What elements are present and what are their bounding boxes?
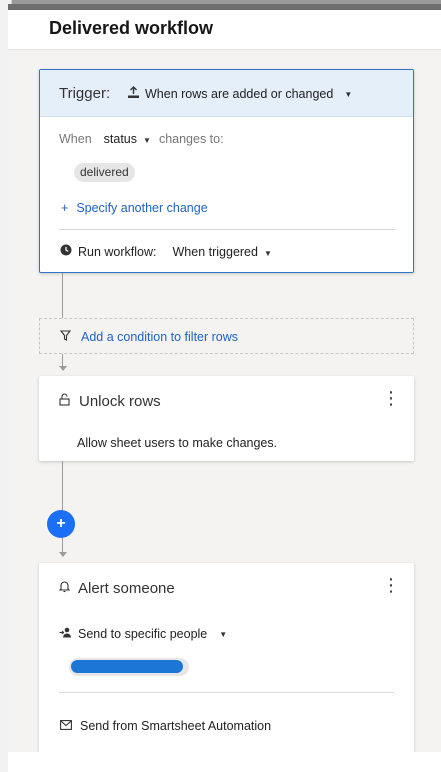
trigger-type-dropdown[interactable]: When rows are added or changed ▼: [127, 86, 352, 102]
envelope-icon: [60, 719, 72, 733]
unlock-rows-label: Unlock rows: [79, 393, 161, 410]
alert-someone-card: Alert someone ⋮ Send to specific people …: [39, 563, 414, 772]
condition-box: Add a condition to filter rows: [39, 318, 414, 354]
connector-line: [62, 273, 63, 318]
run-workflow-value: When triggered: [172, 244, 258, 259]
chevron-down-icon: ▼: [344, 89, 353, 99]
arrow-down-icon: [59, 552, 67, 557]
trigger-header: Trigger: When rows are added or changed …: [40, 70, 413, 117]
condition-row: When status ▼ changes to:: [59, 132, 224, 146]
arrow-down-icon: [59, 366, 67, 371]
trigger-card: Trigger: When rows are added or changed …: [39, 69, 414, 273]
alert-someone-title: Alert someone: [58, 580, 175, 597]
send-to-dropdown[interactable]: Send to specific people ▼: [59, 627, 227, 641]
clock-icon: [60, 244, 72, 259]
chevron-down-icon: ▼: [263, 248, 272, 258]
trigger-type-value: When rows are added or changed: [145, 87, 334, 101]
field-dropdown[interactable]: status ▼: [104, 132, 151, 146]
send-from-row[interactable]: Send from Smartsheet Automation: [60, 719, 271, 733]
bell-icon: [58, 580, 71, 597]
filter-icon: [59, 330, 72, 344]
specify-label: Specify another change: [76, 201, 208, 215]
send-from-label: Send from Smartsheet Automation: [80, 719, 272, 733]
run-workflow-dropdown[interactable]: When triggered ▼: [173, 245, 272, 259]
divider: [59, 692, 394, 693]
page-title: Delivered workflow: [49, 18, 214, 38]
run-workflow-row: Run workflow: When triggered ▼: [60, 244, 272, 259]
panel-bottom: [8, 752, 441, 772]
more-options-icon[interactable]: ⋮: [382, 576, 400, 594]
alert-someone-label: Alert someone: [78, 580, 175, 597]
workflow-panel: Delivered workflow Trigger: When rows ar…: [8, 4, 441, 772]
add-condition-label: Add a condition to filter rows: [81, 330, 239, 344]
more-options-icon[interactable]: ⋮: [382, 389, 400, 407]
field-value: status: [103, 132, 138, 146]
when-label: When: [59, 132, 92, 146]
divider: [59, 229, 395, 230]
unlock-rows-description: Allow sheet users to make changes.: [77, 436, 278, 450]
person-add-icon: [59, 627, 72, 641]
row-upload-icon: [127, 86, 140, 102]
add-step-button[interactable]: +: [47, 510, 75, 538]
value-chip[interactable]: delivered: [74, 163, 135, 182]
run-workflow-label: Run workflow:: [78, 244, 157, 259]
recipient-chip[interactable]: [69, 658, 189, 676]
add-condition-link[interactable]: Add a condition to filter rows: [59, 330, 239, 344]
specify-another-change-link[interactable]: + Specify another change: [61, 201, 208, 215]
chevron-down-icon: ▼: [219, 629, 228, 639]
connector-line: [62, 538, 63, 553]
panel-header: Delivered workflow: [8, 10, 441, 50]
unlock-icon: [59, 393, 71, 410]
trigger-label: Trigger:: [59, 85, 111, 102]
connector-line: [62, 461, 63, 510]
unlock-rows-title: Unlock rows: [59, 393, 161, 410]
unlock-rows-card: Unlock rows ⋮ Allow sheet users to make …: [39, 376, 414, 461]
plus-icon: +: [61, 201, 69, 215]
chevron-down-icon: ▼: [143, 136, 151, 145]
send-to-value: Send to specific people: [78, 627, 208, 641]
redaction-mark: [71, 660, 183, 673]
changes-to-label: changes to:: [158, 132, 224, 146]
